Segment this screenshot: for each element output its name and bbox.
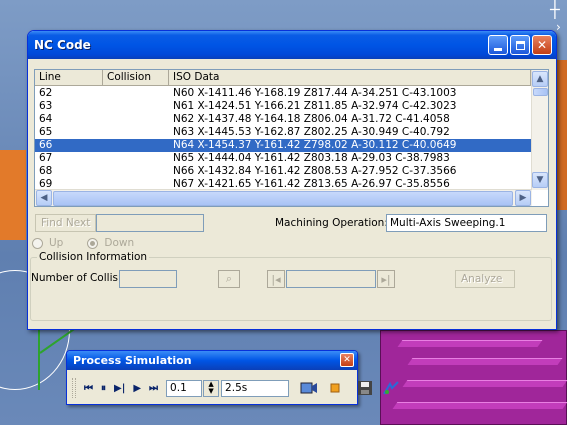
cell-iso-data: N65 X-1444.04 Y-161.42 Z803.18 A-29.03 C… (173, 152, 450, 164)
table-row[interactable]: 66 N64 X-1454.37 Y-161.42 Z798.02 A-30.11… (35, 139, 532, 152)
find-next-button[interactable]: Find Next (35, 214, 97, 232)
cell-iso-data: N66 X-1432.84 Y-161.42 Z808.53 A-27.952 … (173, 165, 457, 177)
play-icon[interactable]: ▶ (133, 383, 141, 394)
cell-collision (103, 165, 169, 178)
cell-line: 67 (39, 152, 53, 164)
process-simulation-toolbar: Process Simulation ✕ ⏮ ⏸ ▶| ▶ ⏭ 0.1 ▲ ▼ 2… (66, 350, 399, 405)
scroll-up-button[interactable]: ▲ (532, 71, 548, 87)
collision-group-label: Collision Information (37, 251, 150, 263)
cell-iso-data: N60 X-1411.46 Y-168.19 Z817.44 A-34.251 … (173, 87, 457, 99)
close-button[interactable]: ✕ (532, 35, 552, 55)
part-orange-left (0, 150, 26, 240)
cell-line: 63 (39, 100, 53, 112)
process-simulation-titlebar[interactable]: Process Simulation ✕ (67, 351, 357, 370)
cell-line: 64 (39, 113, 53, 125)
radio-up-label: Up (49, 237, 64, 249)
horizontal-scroll-thumb[interactable] (53, 191, 513, 206)
column-header-iso-data[interactable]: ISO Data (169, 70, 531, 85)
workpiece-stripe (397, 340, 543, 347)
scroll-left-button[interactable]: ◀ (36, 190, 52, 206)
cell-iso-data: N61 X-1424.51 Y-166.21 Z811.85 A-32.974 … (173, 100, 457, 112)
close-icon: ✕ (536, 38, 548, 52)
maximize-button[interactable] (510, 35, 530, 55)
fast-forward-icon[interactable]: ⏭ (149, 383, 158, 394)
analysis-icon[interactable] (381, 379, 401, 397)
table-row[interactable]: 68 N66 X-1432.84 Y-161.42 Z808.53 A-27.95… (35, 165, 532, 178)
previous-icon: |◂ (271, 272, 281, 286)
window-title: NC Code (34, 38, 91, 52)
step-spinner[interactable]: ▲ ▼ (203, 379, 220, 397)
magnifier-icon: ⌕ (225, 272, 233, 285)
analyze-button[interactable]: Analyze (455, 270, 515, 288)
cell-collision (103, 87, 169, 100)
cell-collision (103, 113, 169, 126)
find-row: Find Next (35, 214, 205, 232)
workpiece-stripe (402, 380, 567, 387)
simulation-controls: ⏮ ⏸ ▶| ▶ ⏭ 0.1 ▲ ▼ 2.5s (72, 376, 401, 400)
table-row[interactable]: 67 N65 X-1444.04 Y-161.42 Z803.18 A-29.03… (35, 152, 532, 165)
collision-index-field[interactable] (286, 270, 376, 288)
cell-line: 62 (39, 87, 53, 99)
close-icon: ✕ (343, 355, 351, 365)
vertical-scrollbar[interactable]: ▲ ▼ (531, 70, 548, 190)
horizontal-scrollbar[interactable]: ◀ ▶ (35, 189, 532, 206)
cell-line: 66 (39, 139, 53, 151)
nc-code-titlebar[interactable]: NC Code ✕ (28, 31, 556, 59)
cell-collision (103, 126, 169, 139)
video-camera-icon[interactable] (299, 379, 319, 397)
time-input[interactable]: 2.5s (221, 379, 290, 397)
save-icon[interactable] (355, 379, 375, 397)
radio-up[interactable] (32, 237, 43, 249)
workpiece-stripe (392, 402, 567, 409)
minimize-icon (494, 47, 502, 51)
cell-line: 65 (39, 126, 53, 138)
nc-code-window: NC Code ✕ Line Collision ISO Data 62 N60 … (27, 30, 557, 330)
cell-iso-data: N64 X-1454.37 Y-161.42 Z798.02 A-30.112 … (173, 139, 457, 151)
process-simulation-title: Process Simulation (73, 354, 192, 367)
table-row[interactable]: 63 N61 X-1424.51 Y-166.21 Z811.85 A-32.97… (35, 100, 532, 113)
maximize-icon (515, 40, 525, 50)
cell-collision (103, 152, 169, 165)
collision-search-button[interactable]: ⌕ (218, 270, 240, 288)
cell-iso-data: N63 X-1445.53 Y-162.87 Z802.25 A-30.949 … (173, 126, 450, 138)
scroll-down-button[interactable]: ▼ (532, 172, 548, 188)
direction-radios: Up Down (32, 237, 134, 249)
step-forward-icon[interactable]: ▶| (114, 383, 125, 394)
compass-arrow-icon: ┼ (550, 0, 560, 19)
number-of-collisions-field[interactable] (119, 270, 177, 288)
rewind-icon[interactable]: ⏮ (84, 383, 93, 394)
machining-operation-label: Machining Operation: (275, 217, 388, 229)
find-field[interactable] (96, 214, 205, 232)
list-header: Line Collision ISO Data (35, 70, 548, 86)
table-row[interactable]: 65 N63 X-1445.53 Y-162.87 Z802.25 A-30.94… (35, 126, 532, 139)
collision-information-group: Collision Information Number of Collisio… (30, 251, 552, 321)
cell-line: 68 (39, 165, 53, 177)
simulation-close-button[interactable]: ✕ (340, 353, 354, 367)
column-header-line[interactable]: Line (35, 70, 103, 85)
table-row[interactable]: 62 N60 X-1411.46 Y-168.19 Z817.44 A-34.25… (35, 87, 532, 100)
step-input[interactable]: 0.1 (166, 379, 203, 397)
cell-collision (103, 100, 169, 113)
nc-code-list[interactable]: Line Collision ISO Data 62 N60 X-1411.46 … (34, 69, 549, 207)
scroll-thumb[interactable] (533, 88, 548, 96)
previous-collision-button[interactable]: |◂ (267, 270, 285, 288)
radio-down[interactable] (87, 237, 99, 249)
pause-icon[interactable]: ⏸ (101, 383, 106, 394)
column-header-collision[interactable]: Collision (103, 70, 169, 85)
machining-operation-field[interactable]: Multi-Axis Sweeping.1 (386, 214, 547, 232)
workpiece-stripe (407, 358, 563, 365)
toolbar-grip[interactable] (72, 378, 76, 398)
next-collision-button[interactable]: ▸| (377, 270, 395, 288)
axis-green (38, 330, 40, 390)
cell-iso-data: N62 X-1437.48 Y-164.18 Z806.04 A-31.72 C… (173, 113, 450, 125)
radio-down-label: Down (104, 237, 135, 249)
next-icon: ▸| (381, 272, 391, 286)
compass-arrow-icon: › (556, 20, 561, 34)
record-icon[interactable] (325, 379, 345, 397)
scroll-right-button[interactable]: ▶ (515, 190, 531, 206)
list-rows: 62 N60 X-1411.46 Y-168.19 Z817.44 A-34.25… (35, 87, 532, 204)
minimize-button[interactable] (488, 35, 508, 55)
cell-collision (103, 139, 169, 152)
table-row[interactable]: 64 N62 X-1437.48 Y-164.18 Z806.04 A-31.72… (35, 113, 532, 126)
